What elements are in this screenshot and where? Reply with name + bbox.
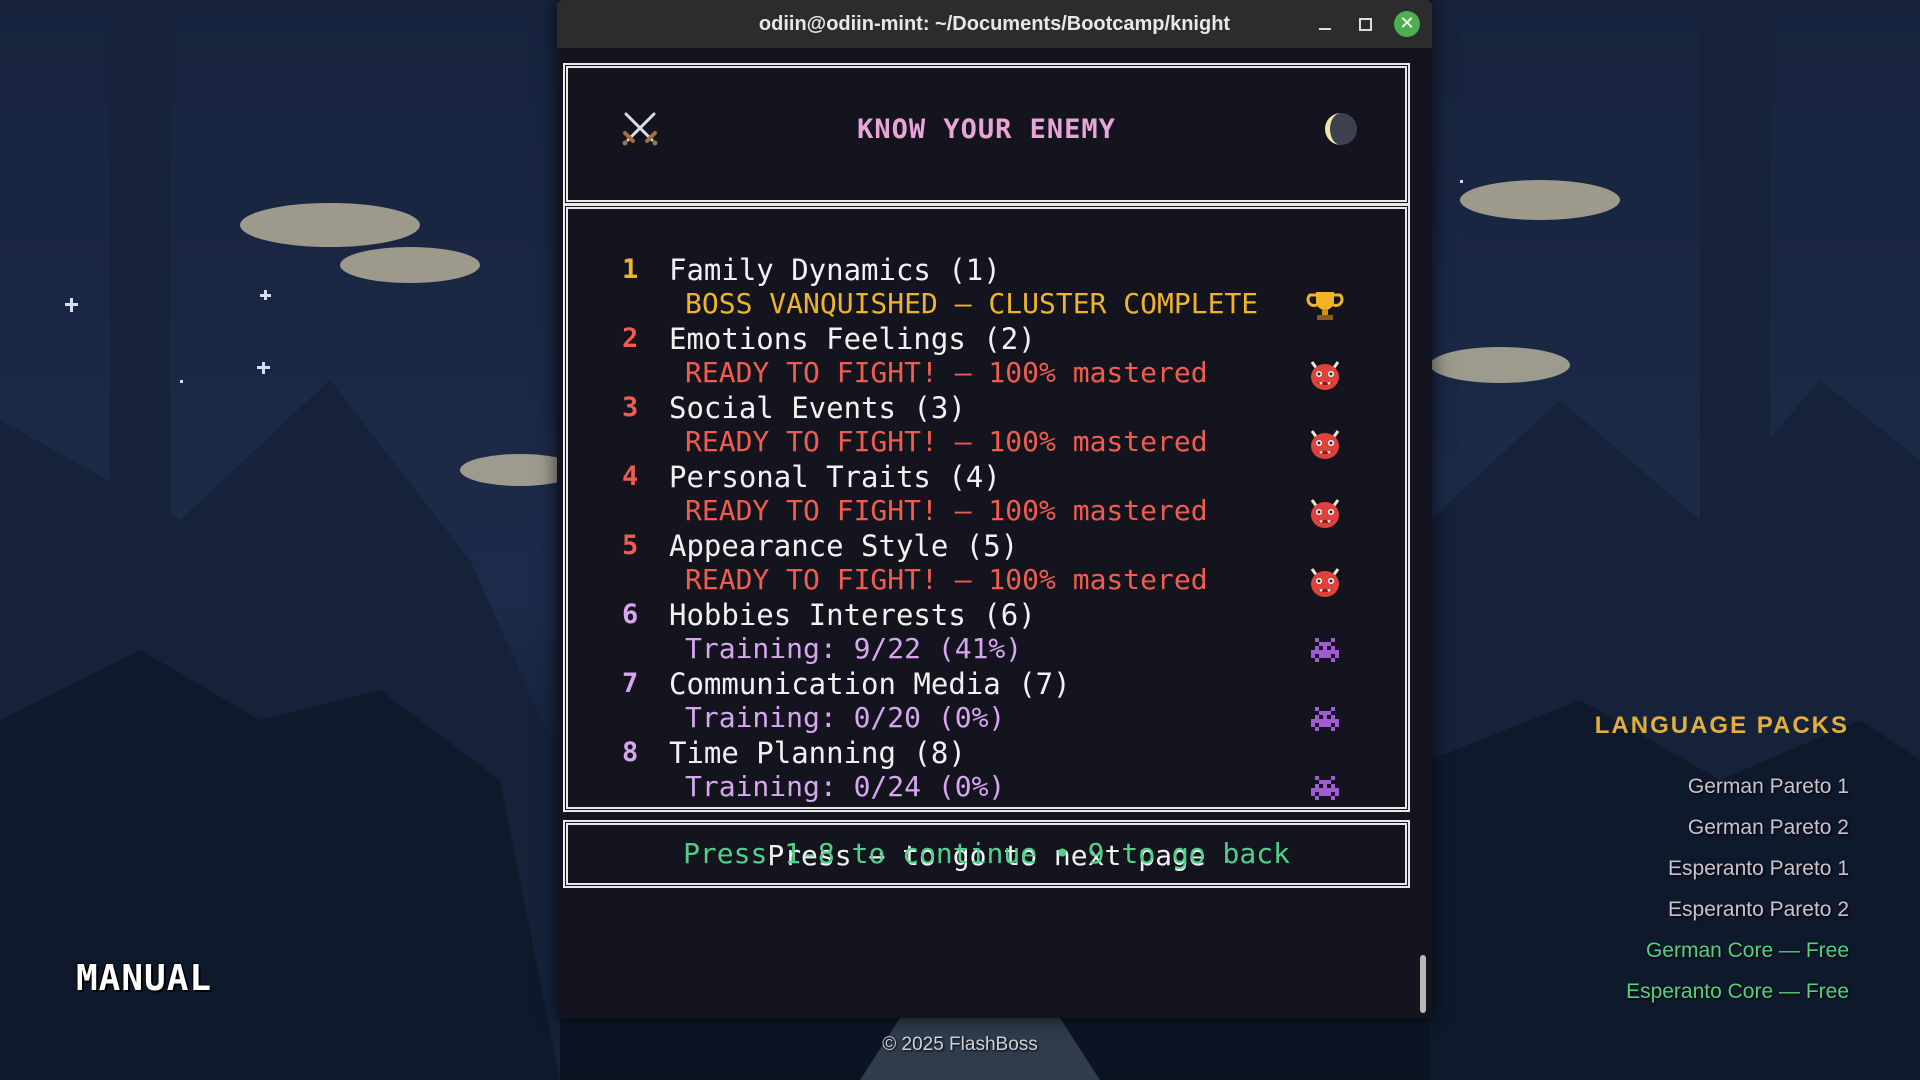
ogre-icon [1306, 358, 1344, 392]
cluster-name: Time Planning (8) [669, 736, 966, 770]
space-invader-icon [1306, 772, 1344, 806]
cluster-number: 6 [622, 599, 639, 630]
cluster-row-1[interactable]: 1 Family Dynamics (1) BOSS VANQUISHED – CL… [622, 253, 1362, 322]
crescent-moon-icon [1325, 113, 1357, 145]
cluster-number: 3 [622, 392, 639, 423]
language-pack-german-pareto-2[interactable]: German Pareto 2 [1595, 807, 1849, 848]
window-title: odiin@odiin-mint: ~/Documents/Bootcamp/k… [758, 13, 1231, 35]
space-invader-icon [1306, 634, 1344, 668]
close-button[interactable]: ✕ [1394, 11, 1420, 37]
cluster-status: Training: 9/22 (41%) [685, 632, 1023, 665]
minimize-button[interactable] [1312, 11, 1338, 37]
trophy-icon [1306, 289, 1344, 323]
cluster-number: 8 [622, 737, 639, 768]
cluster-number: 2 [622, 323, 639, 354]
ogre-icon [1306, 496, 1344, 530]
cluster-name: Social Events (3) [669, 391, 966, 425]
ogre-icon [1306, 565, 1344, 599]
language-pack-esperanto-core-free[interactable]: Esperanto Core — Free [1595, 971, 1849, 1012]
cluster-status: Training: 0/20 (0%) [685, 701, 1006, 734]
cluster-name: Hobbies Interests (6) [669, 598, 1036, 632]
cluster-row-5[interactable]: 5 Appearance Style (5) READY TO FIGHT! – 1… [622, 529, 1362, 598]
cluster-status: Training: 0/24 (0%) [685, 770, 1006, 803]
language-pack-german-pareto-1[interactable]: German Pareto 1 [1595, 766, 1849, 807]
cluster-row-2[interactable]: 2 Emotions Feelings (2) READY TO FIGHT! – … [622, 322, 1362, 391]
language-packs-panel: LANGUAGE PACKS German Pareto 1 German Pa… [1595, 712, 1849, 1012]
footer-panel: Press 1-8 to continue • 9 to go back [563, 820, 1410, 888]
cluster-row-4[interactable]: 4 Personal Traits (4) READY TO FIGHT! – 10… [622, 460, 1362, 529]
scrollbar-thumb[interactable] [1420, 955, 1426, 1013]
ogre-icon [1306, 427, 1344, 461]
cluster-name: Family Dynamics (1) [669, 253, 1001, 287]
terminal-content[interactable]: KNOW YOUR ENEMY 1 Family Dynamics (1) BOSS… [557, 48, 1432, 1018]
cluster-row-3[interactable]: 3 Social Events (3) READY TO FIGHT! – 100%… [622, 391, 1362, 460]
cluster-name: Communication Media (7) [669, 667, 1071, 701]
cluster-list-panel: 1 Family Dynamics (1) BOSS VANQUISHED – CL… [563, 204, 1410, 872]
maximize-button[interactable] [1352, 11, 1378, 37]
maximize-icon [1359, 18, 1372, 31]
cluster-status: BOSS VANQUISHED – CLUSTER COMPLETE [685, 287, 1259, 320]
language-pack-esperanto-pareto-2[interactable]: Esperanto Pareto 2 [1595, 889, 1849, 930]
close-icon: ✕ [1394, 11, 1420, 37]
cluster-row-8[interactable]: 8 Time Planning (8) Training: 0/24 (0%) [622, 736, 1362, 805]
manual-link[interactable]: MANUAL [76, 958, 212, 999]
cluster-status: READY TO FIGHT! – 100% mastered [685, 356, 1208, 389]
cluster-status: READY TO FIGHT! – 100% mastered [685, 563, 1208, 596]
cluster-row-7[interactable]: 7 Communication Media (7) Training: 0/20 (… [622, 667, 1362, 736]
cluster-list: 1 Family Dynamics (1) BOSS VANQUISHED – CL… [622, 253, 1362, 805]
minimize-icon [1319, 28, 1331, 30]
window-titlebar[interactable]: odiin@odiin-mint: ~/Documents/Bootcamp/k… [557, 0, 1432, 48]
header-panel: KNOW YOUR ENEMY [563, 63, 1410, 205]
cluster-number: 5 [622, 530, 639, 561]
language-packs-title: LANGUAGE PACKS [1594, 712, 1849, 739]
cluster-number: 1 [622, 254, 639, 285]
language-pack-german-core-free[interactable]: German Core — Free [1595, 930, 1849, 971]
cluster-status: READY TO FIGHT! – 100% mastered [685, 494, 1208, 527]
footer-instructions: Press 1-8 to continue • 9 to go back [683, 837, 1290, 870]
language-pack-esperanto-pareto-1[interactable]: Esperanto Pareto 1 [1595, 848, 1849, 889]
screen-title: KNOW YOUR ENEMY [857, 114, 1116, 145]
cluster-status: READY TO FIGHT! – 100% mastered [685, 425, 1208, 458]
cluster-name: Personal Traits (4) [669, 460, 1001, 494]
cluster-number: 7 [622, 668, 639, 699]
cluster-row-6[interactable]: 6 Hobbies Interests (6) Training: 9/22 (41… [622, 598, 1362, 667]
cluster-name: Emotions Feelings (2) [669, 322, 1036, 356]
terminal-window: odiin@odiin-mint: ~/Documents/Bootcamp/k… [557, 0, 1432, 1018]
space-invader-icon [1306, 703, 1344, 737]
copyright-text: © 2025 FlashBoss [882, 1034, 1038, 1055]
cluster-number: 4 [622, 461, 639, 492]
cluster-name: Appearance Style (5) [669, 529, 1019, 563]
